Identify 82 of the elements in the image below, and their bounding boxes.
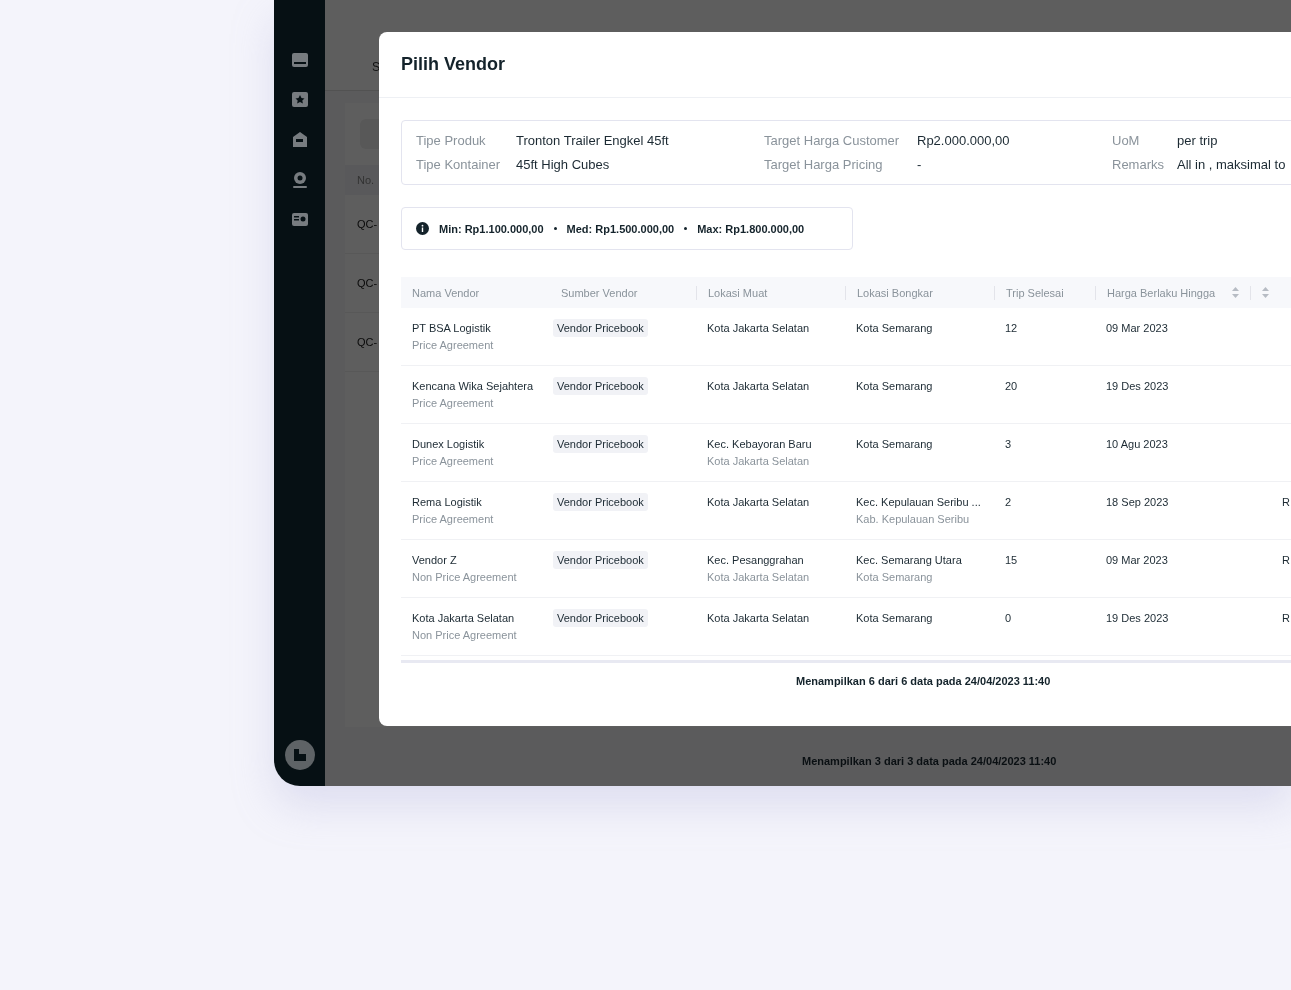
- vendor-name: Kota Jakarta Selatan: [412, 612, 516, 624]
- column-header: Lokasi Bongkar: [857, 286, 933, 299]
- price-stat: Min: Rp1.100.000,00: [439, 222, 544, 235]
- vendor-name: Dunex Logistik: [412, 438, 486, 450]
- trip-count: 12: [1005, 322, 1019, 334]
- building-icon[interactable]: [284, 740, 315, 770]
- agreement-type: Price Agreement: [412, 513, 495, 525]
- unloading-region: Kota Semarang: [856, 571, 934, 583]
- footer-text: Menampilkan 6 dari 6 data pada 24/04/2023 11:40: [796, 675, 1051, 687]
- inbox-icon[interactable]: [289, 50, 310, 70]
- agreement-type: Price Agreement: [412, 339, 495, 351]
- field-value: Rp2.000.000,00: [917, 133, 1011, 148]
- column-header: Nama Vendor: [412, 286, 480, 299]
- loading-location: Kota Jakarta Selatan: [707, 380, 811, 392]
- unloading-region: Kab. Kepulauan Seribu: [856, 513, 971, 525]
- unloading-location: Kec. Semarang Utara: [856, 554, 963, 566]
- field-label: Remarks: [1112, 157, 1165, 172]
- agreement-type: Price Agreement: [412, 397, 495, 409]
- column-header: Harga Berlaku Hingga: [1107, 286, 1216, 299]
- trip-count: 3: [1005, 438, 1013, 450]
- trip-count: 15: [1005, 554, 1019, 566]
- vendor-name: Rema Logistik: [412, 496, 483, 508]
- valid-until-date: 10 Agu 2023: [1106, 438, 1169, 450]
- unloading-location: Kota Semarang: [856, 438, 934, 450]
- field-label: UoM: [1112, 133, 1141, 148]
- field-label: Tipe Produk: [416, 133, 487, 148]
- table-cell: R: [1282, 554, 1291, 566]
- loading-region: Kota Jakarta Selatan: [707, 571, 811, 583]
- trip-count: 2: [1005, 496, 1013, 508]
- column-header: Lokasi Muat: [708, 286, 768, 299]
- table-cell: R: [1282, 612, 1291, 624]
- table-cell: QC-: [357, 336, 378, 348]
- valid-until-date: 09 Mar 2023: [1106, 554, 1169, 566]
- field-value: All in , maksimal to: [1177, 157, 1287, 172]
- separator-dot: [684, 227, 688, 230]
- unloading-location: Kota Semarang: [856, 322, 934, 334]
- field-value: -: [917, 157, 923, 172]
- tab[interactable]: S: [372, 60, 380, 74]
- vendor-name: Vendor Z: [412, 554, 458, 566]
- loading-location: Kec. Pesanggrahan: [707, 554, 805, 566]
- source-tag: Vendor Pricebook: [553, 319, 648, 337]
- loading-region: Kota Jakarta Selatan: [707, 455, 811, 467]
- loading-location: Kota Jakarta Selatan: [707, 322, 811, 334]
- valid-until-date: 18 Sep 2023: [1106, 496, 1170, 508]
- field-value: Tronton Trailer Engkel 45ft: [516, 133, 670, 148]
- loading-location: Kec. Kebayoran Baru: [707, 438, 813, 450]
- source-tag: Vendor Pricebook: [553, 435, 648, 453]
- field-value: 45ft High Cubes: [516, 157, 611, 172]
- unloading-location: Kec. Kepulauan Seribu ...: [856, 496, 982, 508]
- agreement-type: Non Price Agreement: [412, 629, 518, 641]
- trip-count: 0: [1005, 612, 1013, 624]
- unloading-location: Kota Semarang: [856, 380, 934, 392]
- field-value: per trip: [1177, 133, 1219, 148]
- price-stat: Max: Rp1.800.000,00: [697, 222, 805, 235]
- agreement-type: Non Price Agreement: [412, 571, 518, 583]
- source-tag: Vendor Pricebook: [553, 377, 648, 395]
- column-header: Trip Selesai: [1006, 286, 1064, 299]
- separator-dot: [553, 227, 557, 230]
- valid-until-date: 19 Des 2023: [1106, 380, 1170, 392]
- valid-until-date: 19 Des 2023: [1106, 612, 1170, 624]
- source-tag: Vendor Pricebook: [553, 493, 648, 511]
- footer-text: Menampilkan 3 dari 3 data pada 24/04/2023 11:40: [802, 754, 1057, 767]
- table-cell: QC-: [357, 277, 378, 289]
- price-stat: Med: Rp1.500.000,00: [566, 222, 675, 235]
- vendor-name: PT BSA Logistik: [412, 322, 492, 334]
- field-label: Target Harga Pricing: [764, 157, 884, 172]
- info-icon: [416, 222, 429, 235]
- unloading-location: Kota Semarang: [856, 612, 934, 624]
- trip-count: 20: [1005, 380, 1019, 392]
- valid-until-date: 09 Mar 2023: [1106, 322, 1169, 334]
- modal-title: Pilih Vendor: [379, 32, 1291, 98]
- source-tag: Vendor Pricebook: [553, 609, 648, 627]
- loading-location: Kota Jakarta Selatan: [707, 612, 811, 624]
- field-label: Tipe Kontainer: [416, 157, 502, 172]
- agreement-type: Price Agreement: [412, 455, 495, 467]
- loading-location: Kota Jakarta Selatan: [707, 496, 811, 508]
- column-header: Sumber Vendor: [561, 286, 638, 299]
- vendor-name: Kencana Wika Sejahtera: [412, 380, 535, 392]
- source-tag: Vendor Pricebook: [553, 551, 648, 569]
- table-cell: R: [1282, 496, 1291, 508]
- table-cell: QC-: [357, 218, 378, 230]
- field-label: Target Harga Customer: [764, 133, 901, 148]
